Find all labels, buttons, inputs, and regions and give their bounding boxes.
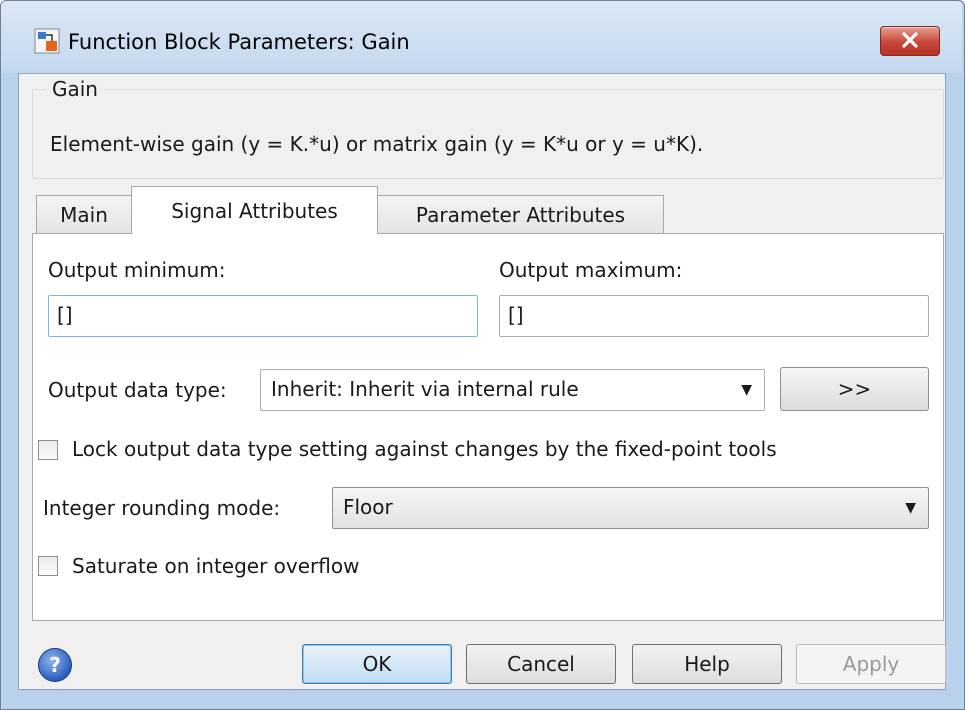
output-data-type-value: Inherit: Inherit via internal rule [271, 377, 579, 401]
integer-rounding-mode-label: Integer rounding mode: [43, 496, 281, 520]
tab-parameter-attributes[interactable]: Parameter Attributes [377, 195, 664, 233]
output-data-type-select[interactable]: Inherit: Inherit via internal rule ▼ [260, 369, 765, 411]
block-description: Element-wise gain (y = K.*u) or matrix g… [50, 132, 704, 156]
output-minimum-label: Output minimum: [48, 258, 226, 282]
integer-rounding-mode-select[interactable]: Floor ▼ [332, 487, 929, 529]
output-maximum-input[interactable]: [] [499, 295, 929, 337]
data-type-assistant-button[interactable]: >> [780, 367, 929, 411]
apply-button-label: Apply [842, 652, 900, 676]
lock-data-type-checkbox[interactable] [38, 440, 58, 460]
ok-button[interactable]: OK [302, 644, 452, 684]
window-title: Function Block Parameters: Gain [68, 30, 410, 54]
cancel-button-label: Cancel [507, 652, 575, 676]
ok-button-label: OK [362, 652, 392, 676]
dropdown-arrow-icon: ▼ [905, 500, 916, 516]
data-type-assistant-label: >> [837, 377, 872, 401]
close-button[interactable] [880, 26, 940, 56]
tab-signal-attributes[interactable]: Signal Attributes [131, 186, 378, 234]
integer-rounding-mode-value: Floor [343, 495, 393, 519]
tab-main-label: Main [60, 202, 108, 227]
app-block-icon [34, 28, 60, 54]
lock-data-type-label[interactable]: Lock output data type setting against ch… [72, 436, 777, 462]
tab-parameter-attributes-label: Parameter Attributes [415, 202, 626, 227]
tab-signal-attributes-label: Signal Attributes [171, 198, 338, 223]
help-button[interactable]: Help [632, 644, 782, 684]
group-legend: Gain [46, 76, 104, 102]
close-icon [901, 29, 919, 53]
cancel-button[interactable]: Cancel [466, 644, 616, 684]
output-data-type-label: Output data type: [48, 378, 227, 402]
dropdown-arrow-icon: ▼ [741, 382, 752, 398]
help-icon[interactable]: ? [38, 648, 72, 682]
saturate-overflow-checkbox[interactable] [38, 556, 58, 576]
apply-button[interactable]: Apply [796, 644, 946, 684]
saturate-overflow-label[interactable]: Saturate on integer overflow [72, 553, 359, 579]
output-minimum-input[interactable]: [] [48, 295, 478, 337]
output-maximum-label: Output maximum: [499, 258, 683, 282]
tab-main[interactable]: Main [36, 195, 132, 233]
help-button-label: Help [684, 652, 730, 676]
